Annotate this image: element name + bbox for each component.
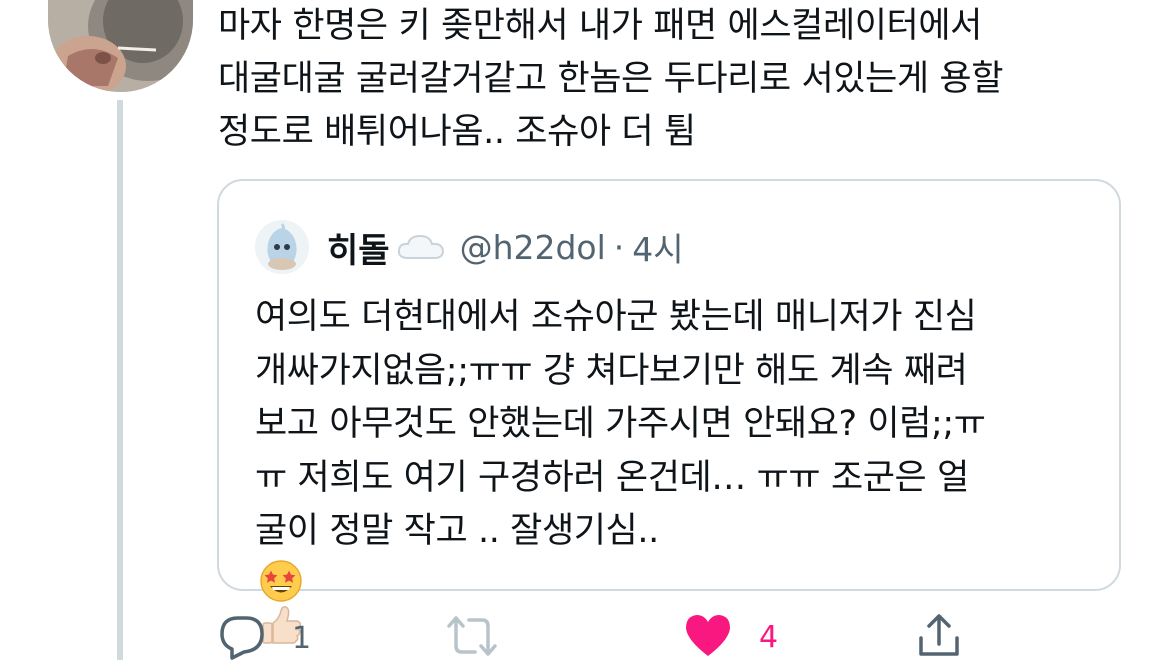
separator-dot: ·: [613, 227, 625, 267]
quoted-avatar[interactable]: [255, 220, 309, 274]
quoted-tweet-header: 히돌 @h22dol · 4시: [255, 217, 684, 277]
quoted-tweet-time[interactable]: 4시: [632, 223, 683, 271]
tweet-text-line: 대굴대굴 굴러갈거같고 한놈은 두다리로 서있는게 용할: [218, 59, 1004, 99]
share-button[interactable]: [915, 612, 963, 664]
retweet-button[interactable]: [445, 612, 525, 664]
cloud-icon: [396, 232, 446, 262]
quoted-text-line: 개싸가지없음;;ㅠㅠ 걍 쳐다보기만 해도 계속 째려: [255, 350, 968, 391]
quoted-user-name[interactable]: 히돌: [327, 223, 390, 272]
tweet-text: 마자 한명은 키 좆만해서 내가 패면 에스컬레이터에서 대굴대굴 굴러갈거같고…: [218, 0, 1158, 159]
reply-icon: [218, 612, 266, 664]
reply-count: 1: [292, 620, 312, 656]
like-count: 4: [759, 619, 779, 655]
quoted-tweet-text: 여의도 더현대에서 조슈아군 봤는데 매니저가 진심 개싸가지없음;;ㅠㅠ 걍 …: [255, 291, 1105, 647]
retweet-icon: [445, 612, 499, 664]
quoted-text-line: 보고 아무것도 안했는데 가주시면 안돼요? 이럼;;ㅠ: [255, 404, 986, 444]
quoted-text-line: 굴이 정말 작고 .. 잘생기심..: [255, 511, 659, 551]
reply-button[interactable]: 1: [218, 612, 311, 664]
heart-icon: [683, 612, 733, 662]
tweet-text-line: 마자 한명은 키 좆만해서 내가 패면 에스컬레이터에서: [218, 6, 982, 46]
quoted-text-line: ㅠ 저희도 여기 구경하러 온건데… ㅠㅠ 조군은 얼: [255, 457, 969, 498]
like-button[interactable]: 4: [683, 612, 778, 662]
star-struck-emoji-icon: [259, 559, 303, 603]
tweet-text-line: 정도로 배튀어나옴.. 조슈아 더 튐: [218, 112, 696, 152]
quoted-text-line: 여의도 더현대에서 조슈아군 봤는데 매니저가 진심: [255, 297, 977, 337]
thread-connector-line: [117, 100, 123, 660]
tweet-action-bar: 1 4: [0, 612, 1170, 672]
quoted-user-handle[interactable]: @h22dol: [460, 228, 606, 267]
quoted-tweet-card[interactable]: 히돌 @h22dol · 4시 여의도 더현대에서 조슈아군 봤는데 매니저가 …: [217, 179, 1121, 644]
share-icon: [915, 612, 963, 664]
avatar[interactable]: [48, 0, 193, 92]
